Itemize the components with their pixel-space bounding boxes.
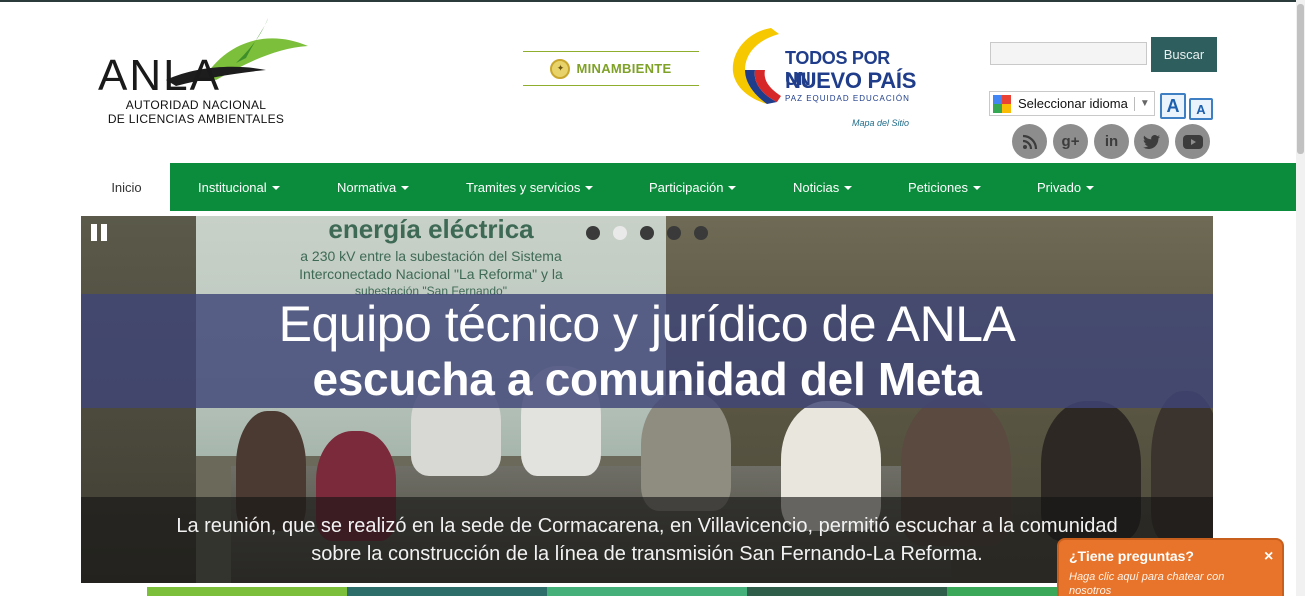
pause-icon[interactable] [91,224,109,241]
search-button[interactable]: Buscar [1151,37,1217,72]
slide-headline-line2: escucha a comunidad del Meta [312,353,982,405]
nav-item-normativa[interactable]: Normativa [337,163,410,211]
bottom-strip-segment [547,587,747,596]
logo-subtitle-line2: DE LICENCIAS AMBIENTALES [107,112,285,126]
logo-subtitle: AUTORIDAD NACIONAL DE LICENCIAS AMBIENTA… [96,98,296,126]
scrollbar-thumb[interactable] [1297,4,1304,154]
chevron-down-icon: ▼ [1139,98,1150,109]
logo-subtitle-line1: AUTORIDAD NACIONAL [125,98,267,112]
youtube-icon[interactable] [1175,124,1210,159]
page: ANLA AUTORIDAD NACIONAL DE LICENCIAS AMB… [0,0,1305,597]
slide-dot-5[interactable] [694,226,708,240]
chat-widget[interactable]: ¿Tiene preguntas? × Haga clic aquí para … [1057,538,1284,597]
rss-icon[interactable] [1012,124,1047,159]
nav-item-label: Participación [649,179,724,195]
language-selector-divider [1133,96,1135,111]
nav-item-noticias[interactable]: Noticias [793,163,853,211]
nav-item-inicio[interactable]: Inicio [83,163,170,211]
twitter-icon[interactable] [1134,124,1169,159]
nav-item-tramites[interactable]: Tramites y servicios [466,163,594,211]
bottom-strip-segment [147,587,347,596]
slide-caption: La reunión, que se realizó en la sede de… [171,512,1123,568]
increase-font-button[interactable]: A [1160,93,1186,119]
main-navigation: Inicio Institucional Normativa Tramites … [83,163,1213,211]
colombia-flag-swoosh-icon [732,28,781,104]
nav-item-label: Tramites y servicios [466,179,581,195]
linkedin-glyph: in [1104,133,1119,150]
language-selector[interactable]: Seleccionar idioma ▼ [989,91,1155,116]
anla-leaf-icon: ANLA [98,18,308,98]
tpu-line3: PAZ EQUIDAD EDUCACIÓN [785,94,910,103]
tpu-line2: NUEVO PAÍS [785,68,917,93]
nav-item-peticiones[interactable]: Peticiones [908,163,981,211]
nav-item-label: Inicio [111,179,142,195]
slide-dot-4[interactable] [667,226,681,240]
board-text-line3: Interconectado Nacional "La Reforma" y l… [299,266,563,282]
nav-item-label: Institucional [198,179,267,195]
language-selector-label: Seleccionar idioma [1018,96,1128,111]
slide-headline-line1: Equipo técnico y jurídico de ANLA [278,296,1016,352]
caret-down-icon [728,186,737,190]
todos-por-un-nuevo-pais-logo[interactable]: TODOS POR UN NUEVO PAÍS PAZ EQUIDAD EDUC… [727,24,917,109]
nav-extension [1213,163,1305,211]
slide-dot-2[interactable] [613,226,627,240]
nav-item-participacion[interactable]: Participación [649,163,737,211]
board-text-line2: a 230 kV entre la subestación del Sistem… [300,248,562,264]
anla-wordmark: ANLA [98,51,221,98]
nav-item-label: Peticiones [908,179,968,195]
chat-title: ¿Tiene preguntas? [1069,548,1194,564]
nav-item-privado[interactable]: Privado [1037,163,1095,211]
close-icon[interactable]: × [1264,548,1273,566]
decrease-font-button[interactable]: A [1189,98,1213,120]
chat-subtitle: Haga clic aquí para chatear con nosotros [1069,571,1225,597]
caret-down-icon [271,186,280,190]
slide-person [641,391,731,511]
bottom-strip-segment [347,587,547,596]
caret-down-icon [585,186,594,190]
colombia-seal-icon: ✦ [550,58,571,79]
minambiente-label: MINAMBIENTE [576,61,672,76]
nav-item-label: Normativa [337,179,397,195]
minambiente-link[interactable]: ✦ MINAMBIENTE [523,51,699,86]
news-slider[interactable]: energía eléctrica a 230 kV entre la sube… [81,216,1213,583]
anla-logo[interactable]: ANLA AUTORIDAD NACIONAL DE LICENCIAS AMB… [96,18,311,130]
page-scrollbar[interactable] [1296,0,1305,596]
bottom-strip-segment [947,587,1057,596]
caret-down-icon [844,186,853,190]
google-translate-icon [993,94,1011,113]
slide-dot-3[interactable] [640,226,654,240]
nav-item-institucional[interactable]: Institucional [198,163,280,211]
top-border [0,0,1305,2]
search-input[interactable] [990,42,1147,65]
nav-item-label: Privado [1037,179,1082,195]
google-plus-glyph: g+ [1061,133,1080,150]
caret-down-icon [1086,186,1095,190]
nav-item-label: Noticias [793,179,840,195]
slide-dot-1[interactable] [586,226,600,240]
linkedin-icon[interactable]: in [1094,124,1129,159]
bottom-strip-segment [747,587,947,596]
slide-caption-line2: sobre la construcción de la línea de tra… [311,543,983,565]
google-plus-icon[interactable]: g+ [1053,124,1088,159]
site-map-link[interactable]: Mapa del Sitio [852,118,909,128]
slide-caption-line1: La reunión, que se realizó en la sede de… [176,515,1118,537]
caret-down-icon [972,186,981,190]
caret-down-icon [401,186,410,190]
